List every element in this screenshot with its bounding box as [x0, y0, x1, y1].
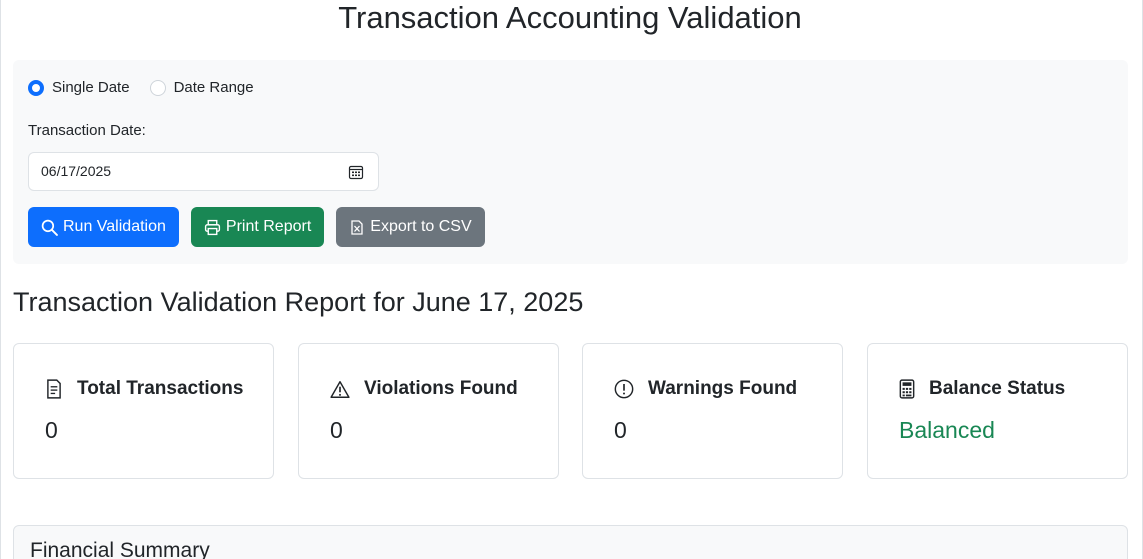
export-csv-label: Export to CSV	[370, 218, 472, 235]
print-report-label: Print Report	[225, 218, 312, 235]
document-icon	[47, 379, 61, 399]
page-title: Transaction Accounting Validation	[338, 0, 802, 35]
card-value: 0	[614, 417, 627, 443]
card-title: Warnings Found	[648, 378, 798, 399]
calculator-icon	[899, 379, 915, 399]
warnings-found-card: Warnings Found 0	[582, 343, 843, 479]
card-header: Warnings Found	[614, 378, 797, 400]
transaction-date-value: 06/17/2025	[41, 163, 112, 179]
radio-single-date-label: Single Date	[52, 79, 130, 96]
financial-summary-card: Financial Summary	[13, 525, 1128, 559]
card-title: Total Transactions	[77, 378, 244, 399]
report-title: Transaction Validation Report for June 1…	[13, 287, 584, 317]
search-icon	[41, 219, 58, 236]
card-value: 0	[45, 417, 58, 443]
transaction-date-input[interactable]: 06/17/2025	[28, 152, 379, 191]
print-report-button[interactable]: Print Report	[190, 207, 325, 247]
violations-found-card: Violations Found 0	[298, 343, 559, 479]
exclamation-circle-icon	[614, 379, 634, 399]
card-value: Balanced	[899, 417, 995, 443]
card-title: Violations Found	[364, 378, 518, 399]
radio-date-range[interactable]: Date Range	[149, 79, 254, 96]
balance-status-card: Balance Status Balanced	[867, 343, 1128, 479]
filter-panel: Single Date Date Range Transaction Date:…	[13, 60, 1128, 264]
radio-single-date-indicator[interactable]	[28, 79, 44, 96]
calendar-icon[interactable]	[348, 164, 364, 180]
radio-single-date[interactable]: Single Date	[28, 79, 130, 96]
radio-date-range-label: Date Range	[173, 79, 254, 96]
date-mode-radio-group: Single Date Date Range	[28, 79, 274, 96]
card-header: Total Transactions	[45, 378, 243, 400]
printer-icon	[204, 219, 220, 235]
card-value: 0	[330, 417, 343, 443]
file-excel-icon	[351, 219, 363, 235]
total-transactions-card: Total Transactions 0	[13, 343, 274, 479]
radio-date-range-indicator[interactable]	[149, 79, 166, 96]
transaction-date-label: Transaction Date:	[28, 122, 146, 139]
run-validation-label: Run Validation	[63, 218, 166, 235]
warning-icon	[330, 380, 350, 398]
card-header: Violations Found	[330, 378, 518, 400]
card-header: Balance Status	[899, 378, 1065, 400]
financial-summary-title: Financial Summary	[30, 539, 210, 559]
action-buttons: Run Validation Print Report Export to CS…	[28, 207, 497, 247]
card-title: Balance Status	[929, 378, 1066, 399]
run-validation-button[interactable]: Run Validation	[28, 207, 179, 247]
export-csv-button[interactable]: Export to CSV	[336, 207, 485, 247]
